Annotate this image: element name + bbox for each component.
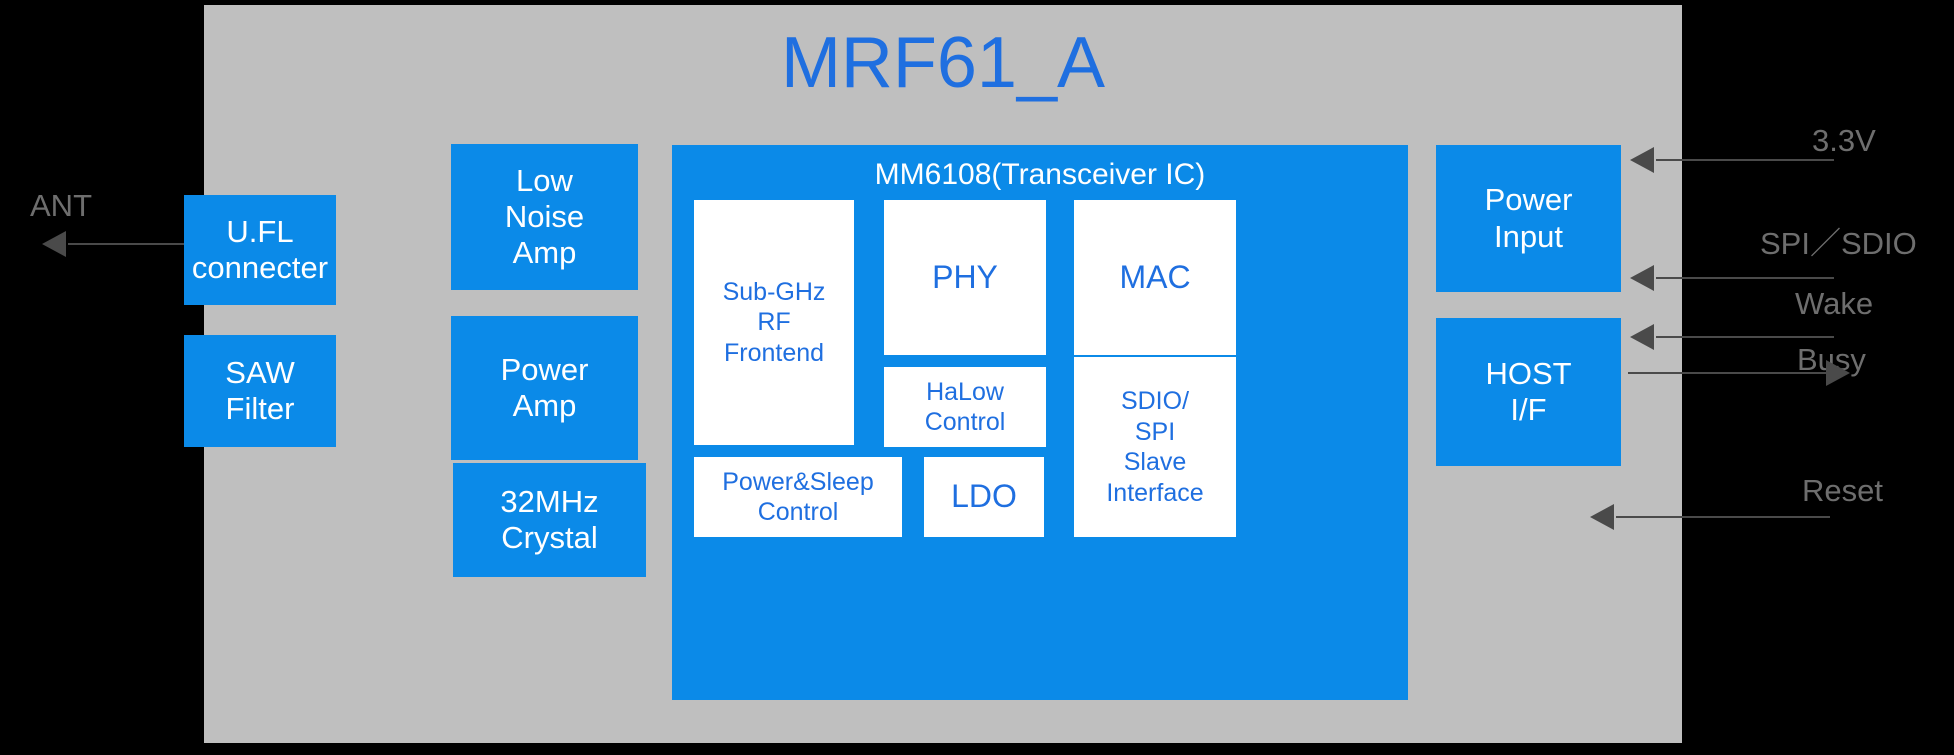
block-sub-ghz-rf-frontend[interactable]: Sub-GHz RF Frontend [694, 200, 854, 445]
block-sdio-spi-slave-interface[interactable]: SDIO/ SPI Slave Interface [1074, 357, 1236, 537]
block-mac[interactable]: MAC [1074, 200, 1236, 355]
block-power-sleep-control[interactable]: Power&Sleep Control [694, 457, 902, 537]
signal-label-3v3: 3.3V [1812, 123, 1876, 158]
module-title: MRF61_A [780, 23, 1106, 103]
diagram-canvas: ANT MRF61_A U.FL connecter SAW Filter Lo… [0, 0, 1954, 755]
block-power-amp[interactable]: Power Amp [451, 316, 638, 460]
block-32mhz-crystal[interactable]: 32MHz Crystal [453, 463, 646, 577]
signal-label-wake: Wake [1795, 286, 1874, 321]
block-ldo[interactable]: LDO [924, 457, 1044, 537]
arrow-busy-out-icon [1826, 360, 1850, 386]
wire-wake [1656, 336, 1834, 338]
block-ufl-connector[interactable]: U.FL connecter [184, 195, 336, 305]
block-phy[interactable]: PHY [884, 200, 1046, 355]
wire-busy [1628, 372, 1828, 374]
arrow-reset-in-icon [1590, 504, 1614, 530]
block-low-noise-amp[interactable]: Low Noise Amp [451, 144, 638, 290]
block-saw-filter[interactable]: SAW Filter [184, 335, 336, 447]
arrow-3v3-in-icon [1630, 147, 1654, 173]
signal-label-ant: ANT [30, 188, 92, 223]
block-mm6108-transceiver-ic[interactable]: MM6108(Transceiver IC) Sub-GHz RF Fronte… [672, 145, 1408, 700]
block-power-input[interactable]: Power Input [1436, 145, 1621, 292]
wire-3v3 [1656, 159, 1834, 161]
signal-label-reset: Reset [1802, 473, 1883, 508]
arrow-spi-sdio-in-icon [1630, 265, 1654, 291]
arrow-wake-in-icon [1630, 324, 1654, 350]
signal-label-spi-sdio: SPI／SDIO [1760, 226, 1917, 261]
transceiver-title: MM6108(Transceiver IC) [874, 158, 1206, 191]
wire-reset [1616, 516, 1830, 518]
module-panel: MRF61_A U.FL connecter SAW Filter Low No… [184, 5, 1682, 743]
arrow-ant-out-icon [42, 231, 66, 257]
wire-spi-sdio [1656, 277, 1834, 279]
block-host-if[interactable]: HOST I/F [1436, 318, 1621, 466]
block-halow-control[interactable]: HaLow Control [884, 367, 1046, 447]
